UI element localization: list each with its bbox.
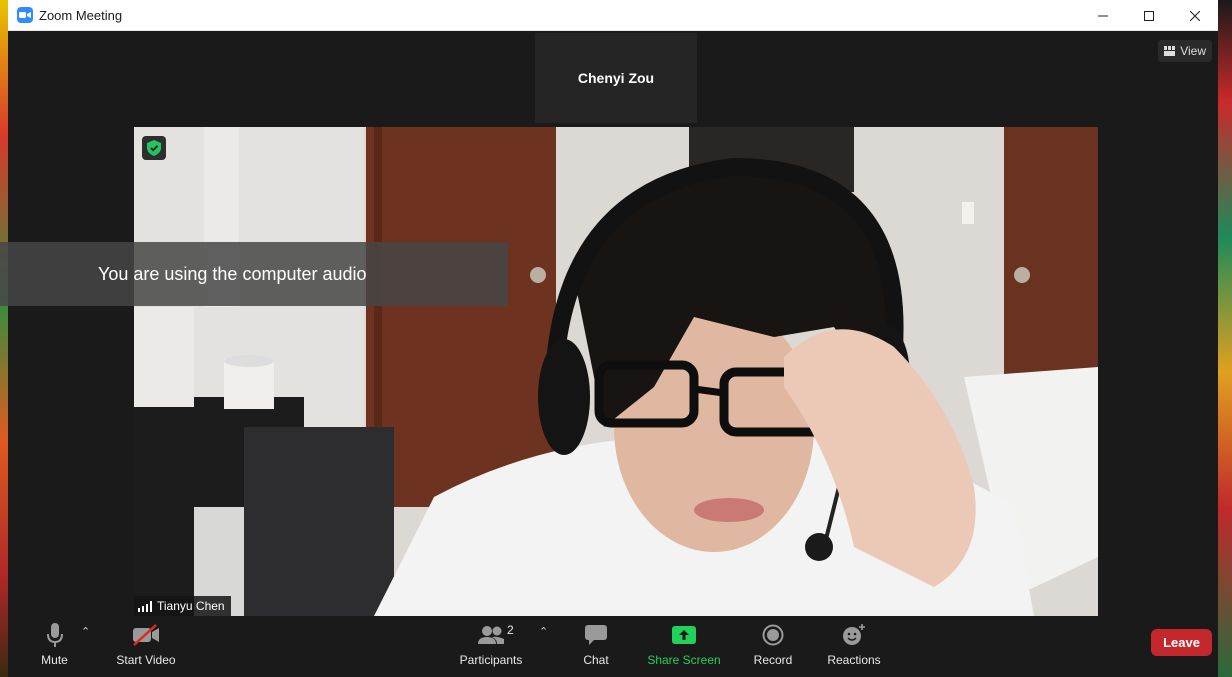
participants-icon (478, 621, 504, 649)
mute-button[interactable]: Mute (38, 621, 71, 673)
share-screen-label: Share Screen (647, 653, 721, 667)
record-label: Record (753, 653, 793, 667)
participant-video-image (134, 127, 1098, 616)
speaker-thumbnail[interactable]: Chenyi Zou (535, 33, 697, 123)
reactions-label: Reactions (827, 653, 881, 667)
chat-button[interactable]: Chat (582, 621, 610, 673)
participants-options-caret[interactable]: ⌃ (539, 625, 548, 638)
microphone-icon (46, 621, 63, 649)
main-video-feed: Tianyu Chen (134, 127, 1098, 616)
speaker-name: Chenyi Zou (577, 70, 655, 86)
video-off-icon (132, 621, 160, 649)
share-screen-icon (672, 621, 696, 649)
zoom-app-icon (17, 7, 33, 23)
reactions-button[interactable]: Reactions (827, 621, 881, 673)
participants-label: Participants (459, 653, 523, 667)
chat-label: Chat (583, 653, 609, 667)
audio-notification-toast: You are using the computer audio (0, 242, 508, 306)
audio-notification-text: You are using the computer audio (98, 263, 367, 284)
desktop-background-left (0, 0, 8, 677)
maximize-button[interactable] (1126, 0, 1172, 31)
meeting-toolbar: Mute ⌃ Start Video Participants 2 ⌃ Chat (8, 617, 1218, 677)
grid-view-icon (1164, 46, 1176, 56)
start-video-label: Start Video (116, 653, 176, 667)
security-shield-icon[interactable] (142, 136, 166, 160)
maximize-icon (1144, 10, 1154, 21)
view-button[interactable]: View (1158, 40, 1212, 62)
view-label: View (1180, 44, 1206, 58)
mute-label: Mute (41, 653, 68, 667)
participants-count: 2 (507, 623, 514, 637)
audio-options-caret[interactable]: ⌃ (81, 625, 90, 638)
leave-button[interactable]: Leave (1151, 629, 1212, 656)
participant-name-tag: Tianyu Chen (134, 596, 231, 616)
record-icon (762, 621, 784, 649)
window-title: Zoom Meeting (39, 7, 123, 23)
signal-strength-icon (138, 600, 152, 612)
zoom-meeting-window: Zoom Meeting Chenyi Zou View Tianyu Chen… (0, 0, 1218, 677)
reactions-icon (842, 621, 866, 649)
close-icon (1190, 10, 1200, 21)
chat-icon (585, 621, 607, 649)
share-screen-button[interactable]: Share Screen (647, 621, 721, 673)
close-button[interactable] (1172, 0, 1218, 31)
start-video-button[interactable]: Start Video (116, 621, 176, 673)
record-button[interactable]: Record (754, 621, 792, 673)
desktop-background-right (1218, 0, 1232, 677)
participant-name: Tianyu Chen (157, 599, 225, 613)
title-bar: Zoom Meeting (8, 0, 1218, 31)
minimize-button[interactable] (1080, 0, 1126, 31)
minimize-icon (1098, 15, 1108, 16)
window-controls (1080, 0, 1218, 31)
